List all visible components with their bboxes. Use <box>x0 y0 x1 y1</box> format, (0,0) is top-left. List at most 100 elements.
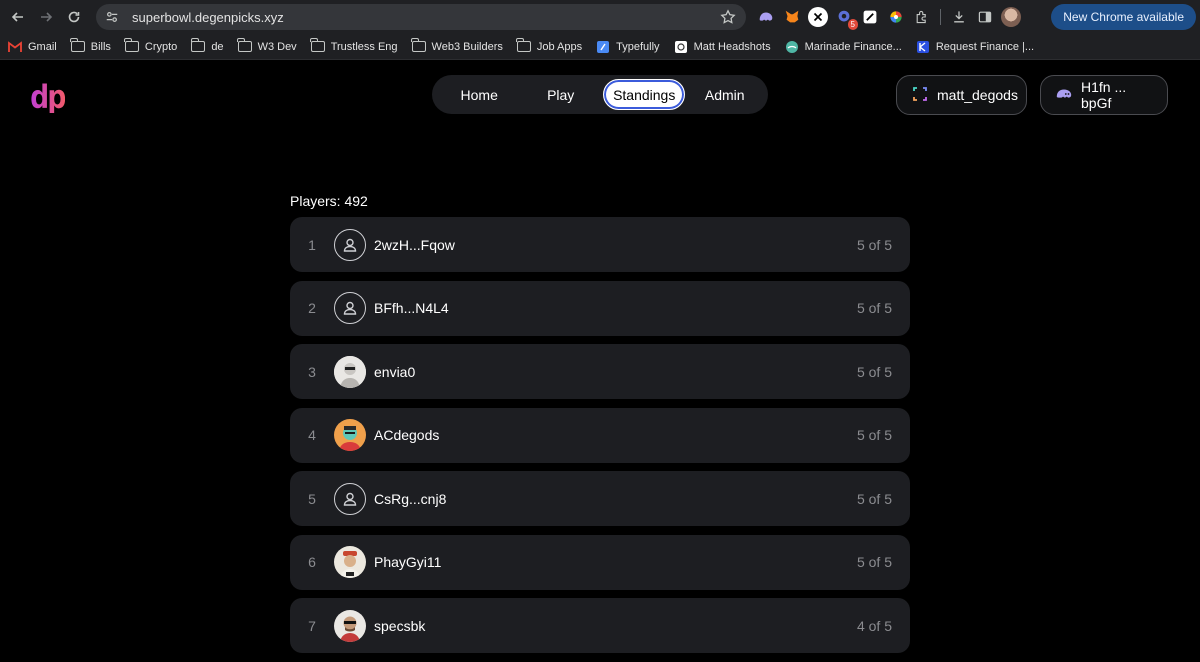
standings-row[interactable]: 5 CsRg...cnj8 5 of 5 <box>290 471 910 526</box>
bookmark-label: W3 Dev <box>257 40 297 53</box>
url-text[interactable]: superbowl.degenpicks.xyz <box>132 10 284 25</box>
bookmark-label: Crypto <box>144 40 178 53</box>
folder-icon <box>411 38 426 53</box>
address-bar[interactable]: superbowl.degenpicks.xyz <box>96 4 746 30</box>
side-panel-icon[interactable] <box>975 7 995 27</box>
bookmarks-bar: Gmail Bills Crypto de W3 Dev Trustless E… <box>0 34 1200 60</box>
player-name: BFfh...N4L4 <box>374 300 449 316</box>
profile-avatar[interactable] <box>1001 7 1021 27</box>
rank: 7 <box>308 617 316 634</box>
request-finance-icon <box>916 40 930 53</box>
bookmark-job-apps[interactable]: Job Apps <box>516 38 583 53</box>
bookmark-gmail[interactable]: Gmail <box>8 41 57 53</box>
player-score: 4 of 5 <box>856 617 892 634</box>
bookmark-label: Typefully <box>616 40 660 53</box>
player-score: 5 of 5 <box>856 427 892 443</box>
gear-extension-icon[interactable]: 5 <box>834 7 858 30</box>
bookmark-de[interactable]: de <box>190 38 224 53</box>
bookmark-matt-headshots[interactable]: Matt Headshots <box>674 40 771 53</box>
standings-row[interactable]: 6 PhayGyi11 5 of 5 <box>290 534 910 590</box>
wallet-button[interactable]: H1fn ... bpGf <box>1040 75 1168 115</box>
app-viewport: dp Home Play Standings Admin matt_degods… <box>0 61 1200 653</box>
bookmark-web3-builders[interactable]: Web3 Builders <box>411 38 503 53</box>
extension-badge: 5 <box>847 19 858 30</box>
rank: 6 <box>308 554 316 570</box>
standings-row[interactable]: 2 BFfh...N4L4 5 of 5 <box>290 280 910 336</box>
nav-standings[interactable]: Standings <box>602 79 686 110</box>
download-icon[interactable] <box>949 7 969 27</box>
player-name: specsbk <box>374 617 426 634</box>
reload-icon[interactable] <box>60 3 88 31</box>
typefully-icon <box>596 40 610 53</box>
player-score: 5 of 5 <box>856 490 892 507</box>
site-settings-icon[interactable] <box>104 9 120 25</box>
rank: 1 <box>308 236 316 253</box>
bookmark-crypto[interactable]: Crypto <box>124 38 178 53</box>
standings-row[interactable]: 3 envia0 5 of 5 <box>290 344 910 399</box>
player-score: 5 of 5 <box>856 554 892 570</box>
player-name: 2wzH...Fqow <box>374 236 455 253</box>
standings-row[interactable]: 1 2wzH...Fqow 5 of 5 <box>290 217 910 272</box>
phantom-icon <box>1055 85 1073 106</box>
nav-home[interactable]: Home <box>436 79 522 110</box>
app-logo[interactable]: dp <box>30 81 67 113</box>
forward-icon[interactable] <box>32 3 60 31</box>
folder-icon <box>310 38 325 53</box>
bookmark-typefully[interactable]: Typefully <box>596 40 660 53</box>
wallet-address: H1fn ... bpGf <box>1081 79 1127 111</box>
nav-admin[interactable]: Admin <box>685 79 764 110</box>
bookmark-label: Bills <box>90 40 111 53</box>
user-icon <box>334 228 366 261</box>
bookmark-label: Trustless Eng <box>330 40 398 53</box>
phantom-extension-icon[interactable] <box>756 7 776 27</box>
user-account-button[interactable]: matt_degods <box>896 75 1027 115</box>
color-wheel-extension-icon[interactable] <box>886 7 906 27</box>
player-score: 5 of 5 <box>856 300 892 316</box>
folder-icon <box>237 38 252 53</box>
loading-ring-icon <box>911 85 929 106</box>
marinade-icon <box>785 40 799 53</box>
player-name: envia0 <box>374 363 416 380</box>
folder-icon <box>516 38 531 53</box>
player-avatar <box>334 546 366 578</box>
bookmark-marinade-finance[interactable]: Marinade Finance... <box>785 40 902 53</box>
puzzle-extensions-icon[interactable] <box>912 7 932 27</box>
rank: 3 <box>308 363 316 380</box>
players-count: Players: 492 <box>290 193 368 209</box>
browser-toolbar: superbowl.degenpicks.xyz 5 New Chrome av… <box>0 0 1200 34</box>
bookmark-label: Job Apps <box>536 40 583 53</box>
player-name: PhayGyi11 <box>374 554 442 570</box>
nav-play[interactable]: Play <box>522 79 599 110</box>
toolbar-separator <box>940 9 941 25</box>
username: matt_degods <box>937 87 1018 103</box>
folder-icon <box>124 38 139 53</box>
bookmark-label: Marinade Finance... <box>804 40 902 53</box>
back-icon[interactable] <box>4 3 32 31</box>
player-avatar <box>334 609 366 642</box>
x-extension-icon[interactable] <box>808 7 828 27</box>
rank: 4 <box>308 427 316 443</box>
bookmark-bills[interactable]: Bills <box>70 38 111 53</box>
bookmark-w3-dev[interactable]: W3 Dev <box>237 38 297 53</box>
player-name: CsRg...cnj8 <box>374 490 447 507</box>
player-name: ACdegods <box>374 427 440 443</box>
bookmark-trustless-eng[interactable]: Trustless Eng <box>310 38 398 53</box>
standings-row[interactable]: 4 ACdegods 5 of 5 <box>290 407 910 463</box>
bookmark-label: de <box>211 40 224 53</box>
bookmark-label: Web3 Builders <box>431 40 503 53</box>
standings-row[interactable]: 7 specsbk 4 of 5 <box>290 598 910 653</box>
rank: 2 <box>308 300 316 316</box>
standings-list: 1 2wzH...Fqow 5 of 5 2 BFfh...N4L4 5 of … <box>290 217 910 662</box>
slash-extension-icon[interactable] <box>860 7 880 27</box>
gmail-icon <box>8 40 22 53</box>
chrome-update-button[interactable]: New Chrome available <box>1051 4 1196 30</box>
player-score: 5 of 5 <box>856 236 892 253</box>
bookmark-star-icon[interactable] <box>720 9 736 25</box>
bookmark-label: Matt Headshots <box>693 40 771 53</box>
rank: 5 <box>308 490 316 507</box>
folder-icon <box>190 38 206 53</box>
user-icon <box>334 292 366 324</box>
metamask-extension-icon[interactable] <box>782 7 802 27</box>
main-nav: Home Play Standings Admin <box>432 75 768 114</box>
bookmark-request-finance[interactable]: Request Finance |... <box>916 40 1034 53</box>
